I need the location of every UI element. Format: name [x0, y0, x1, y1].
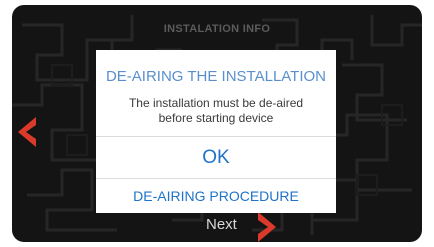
dialog-message-line-1: The installation must be de-aired [128, 96, 304, 110]
next-label[interactable]: Next [206, 216, 237, 233]
screen-title: INSTALATION INFO [163, 23, 271, 35]
chevron-right-icon[interactable] [258, 212, 276, 242]
dialog-title: DE-AIRING THE INSTALLATION [105, 68, 327, 85]
device-screen: INSTALATION INFO Next DE-AIRING THE INST… [12, 5, 422, 242]
dialog-message: The installation must be de-aired before… [96, 96, 336, 126]
de-airing-procedure-button[interactable]: DE-AIRING PROCEDURE [96, 179, 336, 213]
dialog-message-line-2: before starting device [158, 111, 274, 125]
chevron-left-icon[interactable] [18, 117, 36, 147]
de-airing-dialog: DE-AIRING THE INSTALLATION The installat… [96, 50, 336, 213]
ok-button[interactable]: OK [96, 137, 336, 178]
